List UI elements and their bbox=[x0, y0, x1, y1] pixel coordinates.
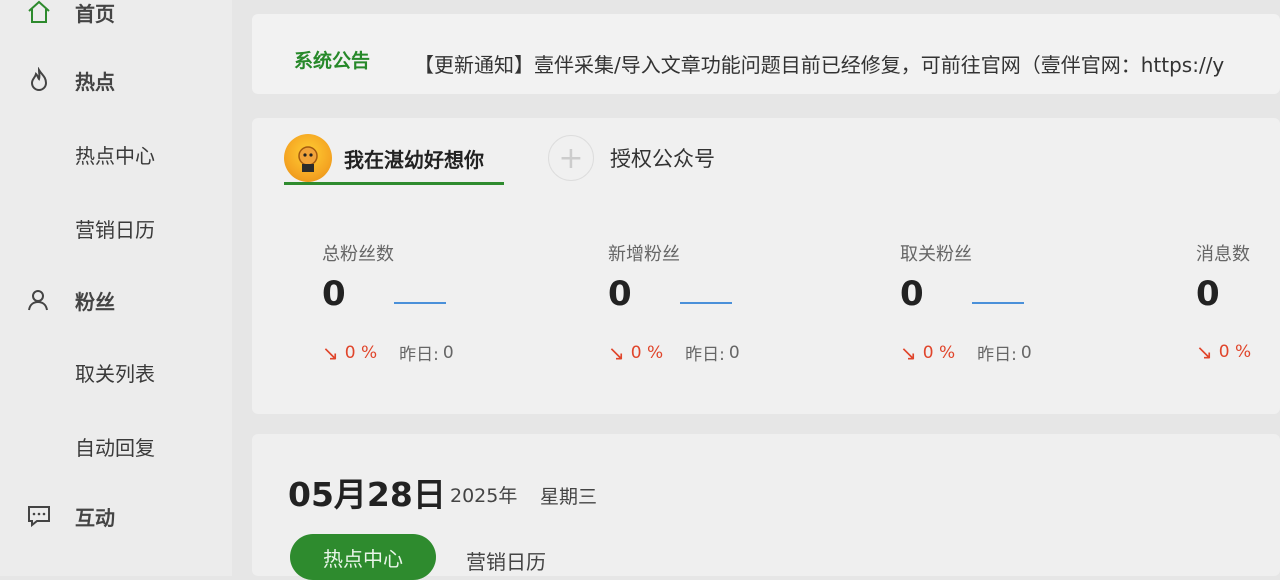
active-tab-indicator bbox=[284, 182, 504, 185]
stat-trend: ↘ 0 % bbox=[1196, 340, 1273, 364]
date-year: 2025年 bbox=[450, 485, 518, 507]
sidebar-item-label: 热点 bbox=[75, 69, 115, 94]
stat-label: 消息数 bbox=[1196, 244, 1250, 265]
sidebar-item-label: 互动 bbox=[75, 505, 115, 530]
plus-icon: + bbox=[548, 135, 594, 181]
stat-new-fans: 新增粉丝 0 ↘ 0 % 昨日: 0 bbox=[608, 240, 878, 370]
chat-icon bbox=[26, 503, 52, 529]
sidebar: 首页 热点 热点中心 营销日历 粉丝 取关列表 自动回复 互动 bbox=[0, 0, 232, 576]
sidebar-item-unfollow-list[interactable]: 取关列表 bbox=[0, 352, 232, 392]
sparkline bbox=[680, 302, 732, 304]
date-card: 05月28日 2025年 星期三 热点中心 营销日历 bbox=[252, 434, 1280, 580]
stat-value: 0 bbox=[322, 274, 346, 314]
sidebar-item-home[interactable]: 首页 bbox=[0, 0, 232, 32]
tab-hot-center[interactable]: 热点中心 bbox=[290, 534, 436, 580]
sidebar-item-label: 取关列表 bbox=[75, 361, 155, 386]
sparkline bbox=[394, 302, 446, 304]
sidebar-item-label: 粉丝 bbox=[75, 289, 115, 314]
yesterday-value: 0 bbox=[728, 342, 740, 363]
yesterday-value: 0 bbox=[442, 342, 454, 363]
trend-down-icon: ↘ bbox=[608, 340, 625, 365]
stat-label: 新增粉丝 bbox=[608, 244, 680, 265]
trend-percent: 0 % bbox=[1218, 342, 1252, 362]
authorize-account-button[interactable]: + 授权公众号 bbox=[548, 128, 715, 188]
stat-trend: ↘ 0 % 昨日: 0 bbox=[900, 340, 1032, 366]
stat-messages: 消息数 0 ↘ 0 % bbox=[1196, 240, 1280, 370]
sidebar-item-label: 营销日历 bbox=[75, 217, 155, 242]
sidebar-item-label: 首页 bbox=[75, 1, 115, 26]
authorize-account-label: 授权公众号 bbox=[610, 147, 715, 171]
trend-percent: 0 % bbox=[922, 342, 956, 363]
account-card: 我在湛幼好想你 + 授权公众号 总粉丝数 0 ↘ 0 % 昨日: 0 新增粉丝 … bbox=[252, 118, 1280, 414]
sidebar-item-auto-reply[interactable]: 自动回复 bbox=[0, 426, 232, 466]
yesterday-label: 昨日: bbox=[399, 345, 439, 365]
trend-percent: 0 % bbox=[630, 342, 664, 363]
date-day: 05月28日 bbox=[288, 475, 446, 514]
sidebar-item-fans[interactable]: 粉丝 bbox=[0, 280, 232, 320]
account-tab-current[interactable]: 我在湛幼好想你 bbox=[284, 128, 504, 188]
notice-text[interactable]: 【更新通知】壹伴采集/导入文章功能问题目前已经修复，可前往官网（壹伴官网：htt… bbox=[414, 49, 1224, 78]
trend-down-icon: ↘ bbox=[322, 340, 339, 365]
trend-down-icon: ↘ bbox=[1196, 340, 1213, 364]
stat-value: 0 bbox=[900, 274, 924, 314]
yesterday-label: 昨日: bbox=[685, 345, 725, 365]
stat-trend: ↘ 0 % 昨日: 0 bbox=[608, 340, 740, 366]
main-content: 系统公告 【更新通知】壹伴采集/导入文章功能问题目前已经修复，可前往官网（壹伴官… bbox=[252, 0, 1280, 580]
notice-title: 系统公告 bbox=[294, 50, 371, 72]
user-icon bbox=[26, 287, 52, 313]
home-icon bbox=[26, 0, 52, 25]
sidebar-item-hot-center[interactable]: 热点中心 bbox=[0, 134, 232, 174]
stat-value: 0 bbox=[1196, 274, 1220, 314]
stat-label: 取关粉丝 bbox=[900, 244, 972, 265]
stat-trend: ↘ 0 % 昨日: 0 bbox=[322, 340, 454, 366]
system-notice: 系统公告 【更新通知】壹伴采集/导入文章功能问题目前已经修复，可前往官网（壹伴官… bbox=[252, 14, 1280, 94]
trend-percent: 0 % bbox=[344, 342, 378, 363]
yesterday-label: 昨日: bbox=[977, 345, 1017, 365]
sidebar-item-marketing-calendar[interactable]: 营销日历 bbox=[0, 208, 232, 248]
sidebar-item-label: 热点中心 bbox=[75, 143, 155, 168]
sparkline bbox=[972, 302, 1024, 304]
avatar bbox=[284, 134, 332, 182]
sidebar-item-label: 自动回复 bbox=[75, 435, 155, 460]
fire-icon bbox=[26, 67, 52, 93]
stat-total-fans: 总粉丝数 0 ↘ 0 % 昨日: 0 bbox=[322, 240, 592, 370]
sidebar-item-interaction[interactable]: 互动 bbox=[0, 496, 232, 536]
date-weekday: 星期三 bbox=[540, 486, 598, 508]
yesterday-value: 0 bbox=[1020, 342, 1032, 363]
sidebar-item-hot[interactable]: 热点 bbox=[0, 60, 232, 100]
stat-label: 总粉丝数 bbox=[322, 244, 394, 265]
account-name: 我在湛幼好想你 bbox=[344, 147, 484, 172]
stat-unfollow-fans: 取关粉丝 0 ↘ 0 % 昨日: 0 bbox=[900, 240, 1170, 370]
tab-marketing-calendar[interactable]: 营销日历 bbox=[466, 546, 546, 575]
stat-value: 0 bbox=[608, 274, 632, 314]
trend-down-icon: ↘ bbox=[900, 340, 917, 365]
